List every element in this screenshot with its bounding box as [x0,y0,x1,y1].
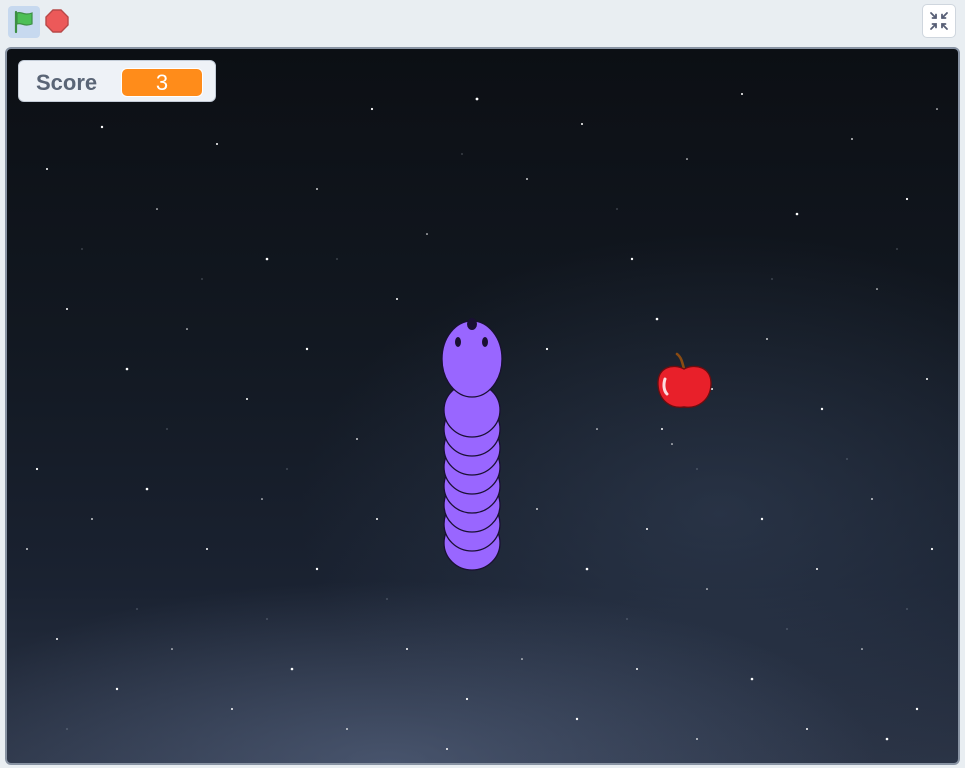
stage-toolbar [0,0,965,44]
green-flag-button[interactable] [8,6,40,38]
exit-fullscreen-button[interactable] [922,4,956,38]
green-flag-icon [14,10,33,34]
score-value: 3 [121,68,203,97]
snake-sprite[interactable] [437,315,507,577]
score-label: Score [36,70,98,95]
snake-head [441,320,503,398]
apple-sprite[interactable] [653,351,715,413]
exit-fullscreen-icon [930,12,948,30]
stage[interactable]: Score 3 [5,47,960,765]
score-monitor[interactable]: Score 3 [18,60,216,102]
stop-button[interactable] [44,8,72,36]
stop-sign-icon [45,9,69,33]
